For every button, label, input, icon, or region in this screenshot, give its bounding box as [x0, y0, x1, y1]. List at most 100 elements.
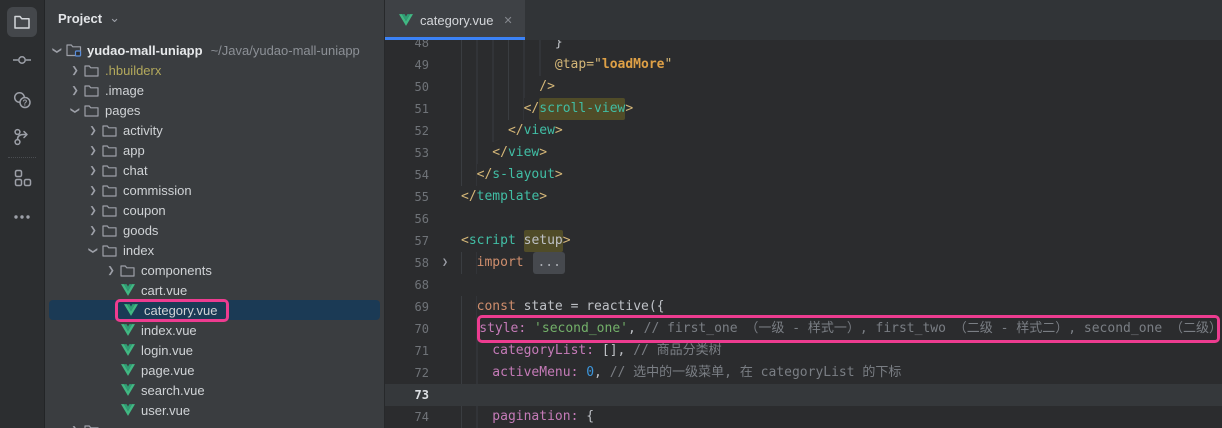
- tree-item-.image[interactable]: ❯.image: [45, 80, 384, 100]
- tree-item-cart.vue[interactable]: cart.vue: [45, 280, 384, 300]
- tree-expand-chevron-icon[interactable]: ❯: [85, 185, 101, 196]
- line-number[interactable]: 70: [385, 318, 429, 340]
- line-number[interactable]: 50: [385, 76, 429, 98]
- folder-icon: [101, 184, 118, 197]
- code-line-74[interactable]: 74pagination: {: [385, 406, 1222, 428]
- tree-item-clipped[interactable]: ❯: [45, 420, 384, 428]
- tool-button-commit[interactable]: [7, 45, 37, 75]
- fold-column: [429, 120, 461, 142]
- code-token: </: [477, 164, 493, 186]
- tree-item-label: chat: [123, 163, 148, 178]
- code-line-53[interactable]: 53</view>: [385, 142, 1222, 164]
- line-number[interactable]: 53: [385, 142, 429, 164]
- tree-item-label: pages: [105, 103, 140, 118]
- fold-column: [429, 98, 461, 120]
- code-token: pagination:: [492, 406, 578, 428]
- tree-item-goods[interactable]: ❯goods: [45, 220, 384, 240]
- tree-expand-chevron-icon[interactable]: ❯: [70, 102, 81, 118]
- tree-item-coupon[interactable]: ❯coupon: [45, 200, 384, 220]
- project-panel-header[interactable]: Project ⌄: [45, 0, 384, 36]
- line-number[interactable]: 54: [385, 164, 429, 186]
- tree-item-category.vue[interactable]: category.vue: [45, 300, 384, 320]
- tree-item-activity[interactable]: ❯activity: [45, 120, 384, 140]
- editor-tab-bar: category.vue ✕: [385, 0, 1222, 40]
- tree-item-user.vue[interactable]: user.vue: [45, 400, 384, 420]
- code-line-58[interactable]: 58❯import ...: [385, 252, 1222, 274]
- tree-expand-chevron-icon[interactable]: ❯: [67, 85, 83, 96]
- code-token: activeMenu:: [492, 362, 578, 384]
- code-token: scroll-view: [539, 98, 625, 120]
- tree-expand-chevron-icon[interactable]: ❯: [88, 242, 99, 258]
- line-number[interactable]: 49: [385, 54, 429, 76]
- code-token: s-layout: [492, 164, 555, 186]
- fold-marker-icon[interactable]: ❯: [429, 252, 461, 274]
- code-token: @tap=: [555, 54, 594, 76]
- tool-button-project[interactable]: [7, 7, 37, 37]
- line-number[interactable]: 74: [385, 406, 429, 428]
- tree-expand-chevron-icon[interactable]: ❯: [67, 65, 83, 76]
- tree-item-pages[interactable]: ❯ pages: [45, 100, 384, 120]
- code-token: [516, 296, 524, 318]
- tree-expand-chevron-icon[interactable]: ❯: [85, 205, 101, 216]
- code-line-70[interactable]: 70style: 'second_one', // first_one （一级 …: [385, 318, 1222, 340]
- tree-item-label: yudao-mall-uniapp: [87, 43, 203, 58]
- tab-category-vue[interactable]: category.vue ✕: [385, 0, 525, 40]
- line-number[interactable]: 51: [385, 98, 429, 120]
- line-number[interactable]: 73: [385, 384, 429, 406]
- code-line-49[interactable]: 49@tap="loadMore": [385, 54, 1222, 76]
- tree-item-index[interactable]: ❯index: [45, 240, 384, 260]
- tree-item-components[interactable]: ❯ components: [45, 260, 384, 280]
- fold-column: [429, 76, 461, 98]
- line-number[interactable]: 68: [385, 274, 429, 296]
- tree-expand-chevron-icon[interactable]: ❯: [85, 125, 101, 136]
- tree-item-index.vue[interactable]: index.vue: [45, 320, 384, 340]
- code-line-73[interactable]: 73: [385, 384, 1222, 406]
- code-line-50[interactable]: 50/>: [385, 76, 1222, 98]
- tree-expand-chevron-icon[interactable]: ❯: [85, 225, 101, 236]
- line-number[interactable]: 57: [385, 230, 429, 252]
- tree-item-app[interactable]: ❯app: [45, 140, 384, 160]
- tab-close-icon[interactable]: ✕: [503, 14, 512, 27]
- code-token: script: [469, 230, 516, 252]
- code-line-55[interactable]: 55</template>: [385, 186, 1222, 208]
- tree-item-.hbuilderx[interactable]: ❯.hbuilderx: [45, 60, 384, 80]
- line-number[interactable]: 58: [385, 252, 429, 274]
- code-line-69[interactable]: 69const state = reactive({: [385, 296, 1222, 318]
- code-line-51[interactable]: 51</scroll-view>: [385, 98, 1222, 120]
- tool-button-more[interactable]: [7, 202, 37, 232]
- code-editor[interactable]: 48}"49@tap="loadMore"50/>51</scroll-view…: [385, 32, 1222, 428]
- code-line-56[interactable]: 56: [385, 208, 1222, 230]
- tree-expand-chevron-icon[interactable]: ❯: [85, 145, 101, 156]
- tree-item-label: login.vue: [141, 343, 193, 358]
- tool-button-community-help[interactable]: ?: [7, 85, 37, 115]
- code-line-68[interactable]: 68: [385, 274, 1222, 296]
- folder-icon: [101, 144, 118, 157]
- fold-column: [429, 296, 461, 318]
- indent-guides: [461, 120, 508, 142]
- tree-expand-chevron-icon[interactable]: ❯: [52, 42, 63, 58]
- line-number[interactable]: 69: [385, 296, 429, 318]
- code-line-54[interactable]: 54</s-layout>: [385, 164, 1222, 186]
- line-number[interactable]: 72: [385, 362, 429, 384]
- tool-button-structure[interactable]: [7, 163, 37, 193]
- tree-item-chat[interactable]: ❯ chat: [45, 160, 384, 180]
- line-number[interactable]: 71: [385, 340, 429, 362]
- code-line-57[interactable]: 57<script setup>: [385, 230, 1222, 252]
- tree-item-search.vue[interactable]: search.vue: [45, 380, 384, 400]
- tree-item-page.vue[interactable]: page.vue: [45, 360, 384, 380]
- tree-item-login.vue[interactable]: login.vue: [45, 340, 384, 360]
- code-line-71[interactable]: 71categoryList: [], // 商品分类树: [385, 340, 1222, 362]
- tree-item-commission[interactable]: ❯commission: [45, 180, 384, 200]
- line-number[interactable]: 52: [385, 120, 429, 142]
- tool-button-version-control[interactable]: [7, 122, 37, 152]
- code-line-72[interactable]: 72activeMenu: 0, // 选中的一级菜单, 在 categoryL…: [385, 362, 1222, 384]
- tree-item-yudao-mall-uniapp[interactable]: ❯yudao-mall-uniapp~/Java/yudao-mall-unia…: [45, 40, 384, 60]
- tree-expand-chevron-icon[interactable]: ❯: [103, 265, 119, 276]
- tree-expand-chevron-icon[interactable]: ❯: [85, 165, 101, 176]
- chevron-down-icon[interactable]: ⌄: [109, 10, 120, 26]
- line-number[interactable]: 55: [385, 186, 429, 208]
- tree-expand-chevron-icon[interactable]: ❯: [67, 425, 83, 428]
- line-number[interactable]: 56: [385, 208, 429, 230]
- code-line-52[interactable]: 52</view>: [385, 120, 1222, 142]
- tree-item-label: components: [141, 263, 212, 278]
